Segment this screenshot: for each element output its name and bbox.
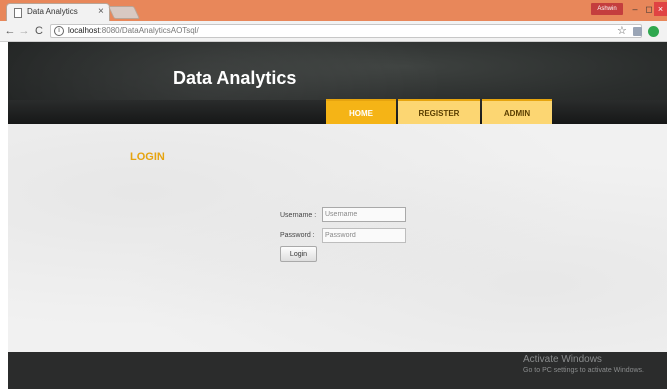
nav-tab-admin[interactable]: ADMIN bbox=[482, 99, 552, 124]
url-host: localhost bbox=[68, 26, 100, 35]
star-icon[interactable]: ☆ bbox=[617, 24, 627, 38]
activate-windows-subtitle: Go to PC settings to activate Windows. bbox=[523, 367, 644, 374]
minimize-icon[interactable]: – bbox=[628, 2, 642, 16]
browser-tab[interactable]: Data Analytics × bbox=[6, 3, 110, 21]
profile-badge[interactable]: Ashwin bbox=[591, 3, 623, 15]
chrome-extension-green-icon[interactable] bbox=[648, 26, 659, 37]
url-path: :8080/DataAnalyticsAOTsql/ bbox=[99, 26, 199, 35]
extension-icon[interactable] bbox=[633, 27, 642, 36]
activate-windows-title: Activate Windows bbox=[523, 354, 602, 365]
reload-icon[interactable]: C bbox=[32, 24, 46, 38]
address-bar[interactable]: i localhost:8080/DataAnalyticsAOTsql/ bbox=[50, 24, 642, 38]
tab-title: Data Analytics bbox=[27, 7, 78, 16]
url-text[interactable]: localhost:8080/DataAnalyticsAOTsql/ bbox=[68, 26, 199, 35]
tab-close-icon[interactable]: × bbox=[98, 5, 104, 19]
username-label: Username : bbox=[280, 212, 317, 219]
username-input[interactable] bbox=[322, 207, 406, 222]
new-tab-button[interactable] bbox=[107, 6, 141, 19]
back-arrow-icon[interactable]: ← bbox=[3, 24, 17, 38]
main-content: LOGIN Username : Password : Login bbox=[8, 124, 667, 352]
site-title: Data Analytics bbox=[173, 68, 297, 88]
browser-tabstrip: Data Analytics × Ashwin – ◻ × bbox=[0, 0, 667, 21]
nav-tab-home[interactable]: HOME bbox=[326, 99, 396, 124]
nav-tab-register[interactable]: REGISTER bbox=[398, 99, 480, 124]
browser-toolbar: ← → C i localhost:8080/DataAnalyticsAOTs… bbox=[0, 21, 667, 42]
login-heading: LOGIN bbox=[130, 151, 165, 163]
info-icon[interactable]: i bbox=[54, 26, 64, 36]
close-window-icon[interactable]: × bbox=[654, 2, 667, 16]
forward-arrow-icon[interactable]: → bbox=[17, 24, 31, 38]
password-label: Password : bbox=[280, 232, 315, 239]
page-icon bbox=[14, 8, 22, 18]
login-button[interactable]: Login bbox=[280, 246, 317, 262]
site-header: Data Analytics HOME REGISTER ADMIN bbox=[8, 42, 667, 124]
password-input[interactable] bbox=[322, 228, 406, 243]
